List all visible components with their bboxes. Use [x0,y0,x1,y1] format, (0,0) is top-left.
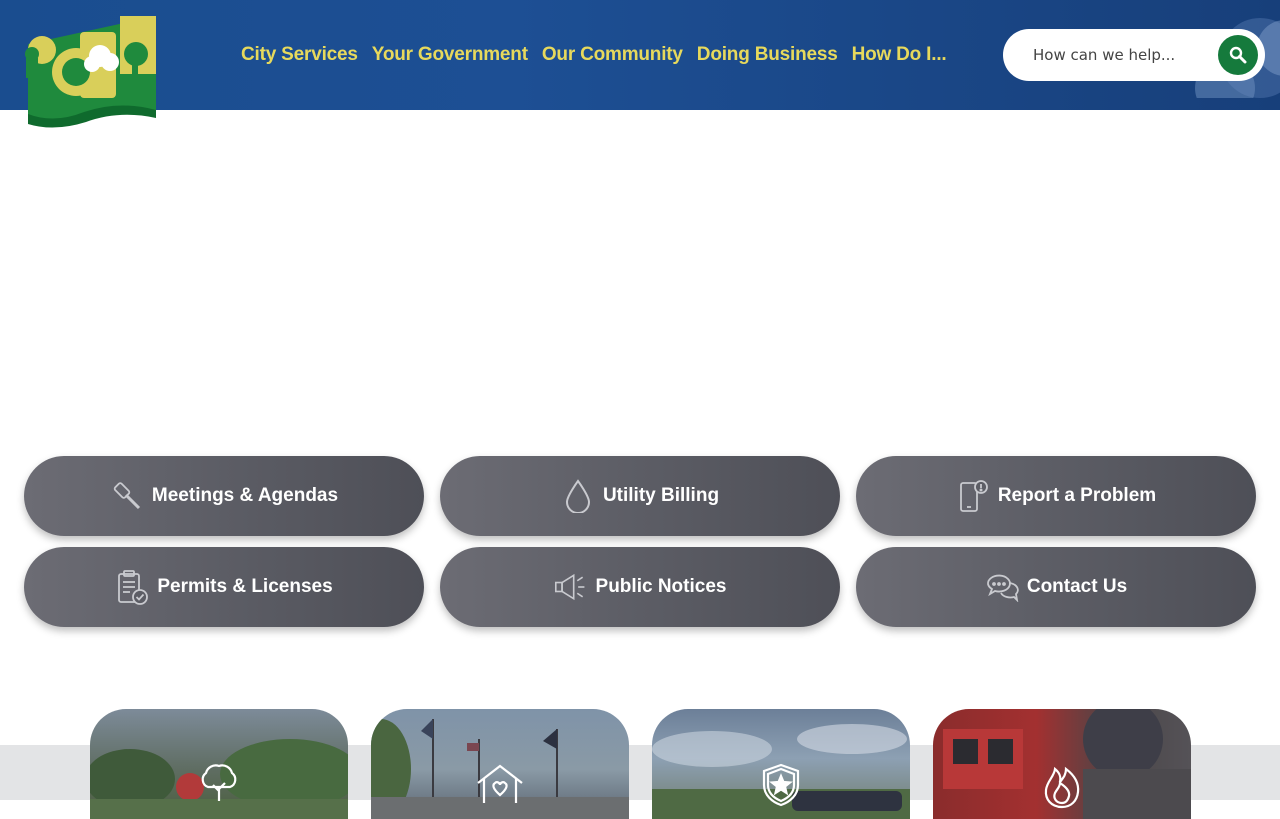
gavel-icon [110,479,144,513]
tree-icon [201,764,237,801]
nav-city-services[interactable]: City Services [234,38,365,72]
quick-link-report-problem[interactable]: Report a Problem [856,456,1256,536]
search-box [1003,29,1265,81]
quick-link-utility-billing[interactable]: Utility Billing [440,456,840,536]
nav-doing-business[interactable]: Doing Business [690,38,845,72]
quick-link-label: Meetings & Agendas [151,485,339,506]
quick-link-permits-licenses[interactable]: Permits & Licenses [24,547,424,627]
nav-your-government[interactable]: Your Government [365,38,535,72]
quick-link-label: Contact Us [1026,576,1128,597]
quick-link-label: Utility Billing [602,485,720,506]
water-drop-icon [561,479,595,513]
search-icon [1229,46,1247,64]
nav-how-do-i[interactable]: How Do I... [845,38,954,72]
card-police[interactable] [652,709,910,819]
quick-link-label: Public Notices [595,576,727,597]
card-community[interactable] [371,709,629,819]
quick-link-public-notices[interactable]: Public Notices [440,547,840,627]
quick-link-meetings-agendas[interactable]: Meetings & Agendas [24,456,424,536]
nav-our-community[interactable]: Our Community [535,38,690,72]
clipboard-check-icon [115,570,149,605]
card-fire[interactable] [933,709,1191,819]
main-nav: City Services Your Government Our Commun… [234,38,953,72]
city-logo[interactable] [24,14,160,130]
phone-alert-icon [956,479,990,513]
quick-link-contact-us[interactable]: Contact Us [856,547,1256,627]
house-heart-icon [477,764,523,803]
police-badge-icon [762,763,800,807]
quick-link-label: Report a Problem [997,485,1157,506]
search-button[interactable] [1218,35,1258,75]
site-header: City Services Your Government Our Commun… [0,0,1280,110]
card-parks[interactable] [90,709,348,819]
quick-link-label: Permits & Licenses [157,576,333,597]
chat-bubbles-icon [985,570,1019,604]
megaphone-icon [554,570,588,604]
search-input[interactable] [1033,46,1213,64]
flame-icon [1044,766,1080,809]
